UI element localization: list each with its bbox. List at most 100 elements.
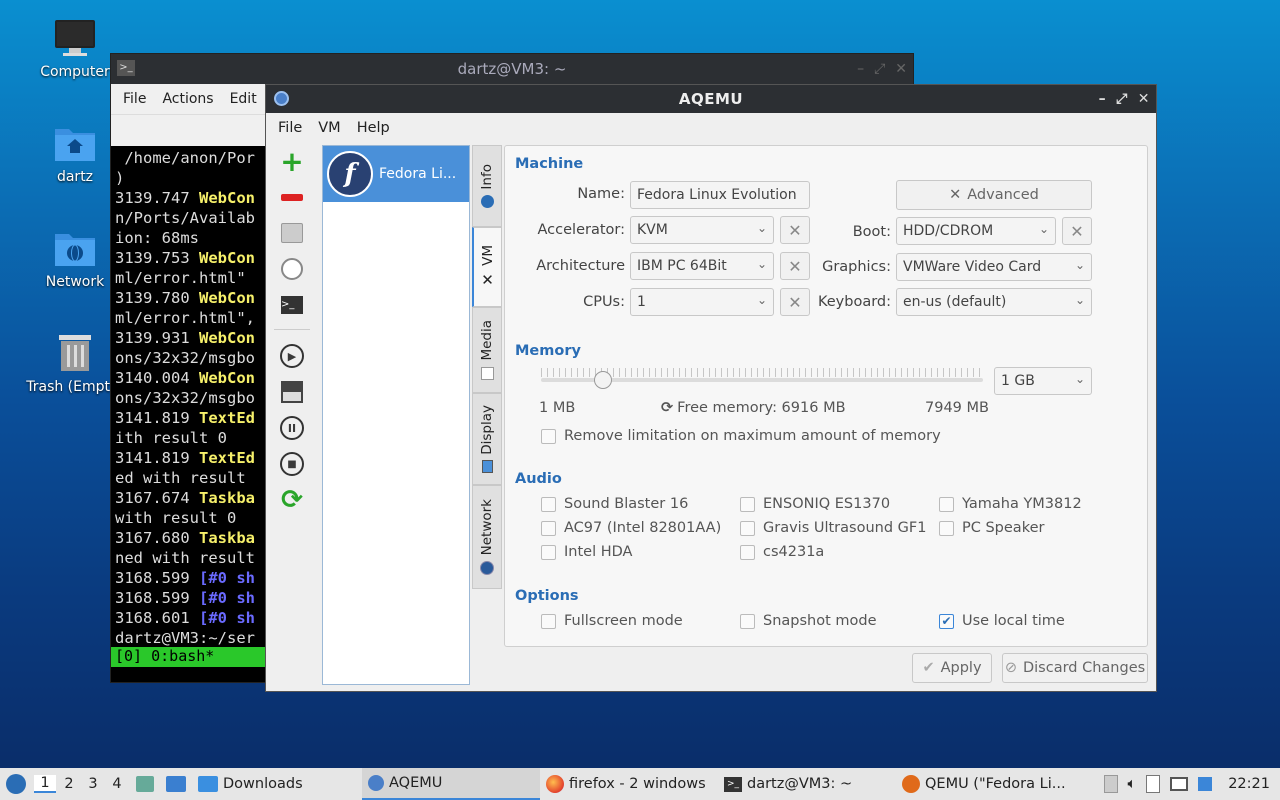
checkbox-box[interactable] (740, 496, 755, 512)
architecture-label: Architecture (536, 258, 625, 274)
vm-list-item[interactable]: f Fedora Li... (323, 146, 469, 202)
tray-up-arrow-icon[interactable] (1103, 775, 1118, 793)
checkbox-box[interactable] (939, 520, 954, 536)
checkbox-box[interactable] (740, 613, 755, 629)
terminal-menu-file[interactable]: File (115, 91, 154, 107)
firefox-icon (546, 775, 564, 793)
tab-info[interactable]: Info (472, 145, 502, 227)
memory-slider-handle[interactable] (593, 371, 612, 389)
terminal-line-segment: 3167.674 (115, 489, 199, 507)
pause-vm-icon[interactable]: II (278, 414, 306, 442)
task-firefox[interactable]: firefox - 2 windows (540, 768, 718, 800)
volume-icon[interactable]: 🔈︎ (1128, 776, 1137, 792)
boot-select[interactable]: HDD/CDROM ⌄ (896, 217, 1056, 245)
checkbox-box[interactable] (541, 428, 556, 444)
tab-media[interactable]: Media (472, 307, 502, 393)
aqemu-titlebar[interactable]: AQEMU – ⤢ ✕ (266, 85, 1156, 113)
tab-vm[interactable]: VM ✕ (472, 227, 502, 307)
network-tray-icon[interactable] (1170, 777, 1189, 791)
tab-network[interactable]: Network (472, 485, 502, 589)
terminal-line-segment: [#0 sh (199, 589, 255, 607)
maximize-icon[interactable]: ⤢ (874, 61, 885, 77)
minimize-icon[interactable]: – (1099, 91, 1107, 107)
workspace-4[interactable]: 4 (106, 776, 128, 792)
local-time-checkbox[interactable]: ✔ Use local time (939, 613, 1065, 629)
apply-button[interactable]: ✔ Apply (912, 653, 992, 683)
accelerator-select[interactable]: KVM ⌄ (630, 216, 774, 244)
memory-slider[interactable] (541, 368, 983, 389)
close-icon[interactable]: ✕ (895, 61, 907, 77)
audio-pcspk-checkbox[interactable]: PC Speaker (939, 520, 1044, 536)
fullscreen-checkbox[interactable]: Fullscreen mode (541, 613, 683, 629)
minimize-icon[interactable]: – (857, 61, 864, 77)
menu-file[interactable]: File (270, 120, 310, 136)
menu-vm[interactable]: VM (310, 120, 348, 136)
remove-memory-limit-checkbox[interactable]: Remove limitation on maximum amount of m… (541, 428, 941, 444)
add-vm-icon[interactable]: + (278, 145, 306, 178)
checkbox-box[interactable] (541, 544, 556, 560)
advanced-label: Advanced (967, 187, 1039, 203)
keyboard-select[interactable]: en-us (default) ⌄ (896, 288, 1092, 316)
terminal-menu-edit[interactable]: Edit (222, 91, 265, 107)
task-aqemu[interactable]: AQEMU (362, 768, 540, 800)
vm-list[interactable]: f Fedora Li... (322, 145, 470, 685)
tab-display-label: Display (479, 404, 495, 455)
audio-ym3812-checkbox[interactable]: Yamaha YM3812 (939, 496, 1082, 512)
save-state-icon[interactable] (278, 378, 306, 406)
terminal-menu-actions[interactable]: Actions (154, 91, 221, 107)
chevron-down-icon: ⌄ (756, 221, 767, 235)
apply-label: Apply (940, 660, 982, 676)
snapshot-checkbox[interactable]: Snapshot mode (740, 613, 877, 629)
clipboard-icon[interactable] (1146, 775, 1161, 793)
start-vm-icon[interactable]: ▶ (278, 342, 306, 370)
tab-display[interactable]: Display (472, 393, 502, 485)
graphics-select[interactable]: VMWare Video Card ⌄ (896, 253, 1092, 281)
downloads-launcher[interactable]: Downloads (192, 768, 362, 800)
checkbox-box[interactable] (541, 496, 556, 512)
discard-changes-button[interactable]: ⊘ Discard Changes (1002, 653, 1148, 683)
start-menu-icon (6, 774, 26, 794)
checkbox-box[interactable] (541, 613, 556, 629)
task-qemu[interactable]: QEMU ("Fedora Li... (896, 768, 1074, 800)
vm-disk-icon[interactable] (278, 219, 306, 247)
reset-vm-icon[interactable]: ⟳ (278, 485, 306, 515)
maximize-icon[interactable]: ⤢ (1116, 91, 1128, 107)
show-desktop-button[interactable] (160, 768, 192, 800)
clock[interactable]: 22:21 (1228, 776, 1270, 792)
audio-cs4231a-checkbox[interactable]: cs4231a (740, 544, 824, 560)
checkbox-box[interactable] (541, 520, 556, 536)
checkbox-box[interactable]: ✔ (939, 613, 954, 629)
vm-name-field[interactable]: Fedora Linux Evolution (630, 181, 810, 209)
memory-size-select[interactable]: 1 GB ⌄ (994, 367, 1092, 395)
checkbox-box[interactable] (740, 544, 755, 560)
start-menu-button[interactable] (0, 768, 32, 800)
refresh-icon[interactable]: ⟳ (661, 400, 673, 416)
aqemu-window[interactable]: AQEMU – ⤢ ✕ File VM Help + >_ ▶ II ■ ⟳ f… (265, 84, 1157, 692)
terminal-line-segment: 3141.819 (115, 449, 199, 467)
workspace-1[interactable]: 1 (34, 775, 56, 793)
architecture-select[interactable]: IBM PC 64Bit ⌄ (630, 252, 774, 280)
task-terminal[interactable]: >_ dartz@VM3: ~ (718, 768, 896, 800)
clock-icon[interactable] (278, 255, 306, 283)
advanced-button[interactable]: ✕ Advanced (896, 180, 1092, 210)
workspace-2[interactable]: 2 (58, 776, 80, 792)
stop-vm-icon[interactable]: ■ (278, 450, 306, 478)
checkbox-box[interactable] (740, 520, 755, 536)
audio-ac97-checkbox[interactable]: AC97 (Intel 82801AA) (541, 520, 721, 536)
workspace-3[interactable]: 3 (82, 776, 104, 792)
checkbox-box[interactable] (939, 496, 954, 512)
file-manager-launcher[interactable] (130, 768, 160, 800)
boot-options-button[interactable]: ✕ (1062, 217, 1092, 245)
audio-es1370-checkbox[interactable]: ENSONIQ ES1370 (740, 496, 890, 512)
update-notifier-icon[interactable] (1198, 777, 1213, 791)
close-icon[interactable]: ✕ (1138, 91, 1150, 107)
terminal-line-segment: ml/error.html", (115, 309, 255, 327)
cpus-select[interactable]: 1 ⌄ (630, 288, 774, 316)
audio-hda-checkbox[interactable]: Intel HDA (541, 544, 632, 560)
terminal-titlebar[interactable]: >_ dartz@VM3: ~ – ⤢ ✕ (111, 54, 913, 84)
audio-sb16-checkbox[interactable]: Sound Blaster 16 (541, 496, 688, 512)
audio-gus-checkbox[interactable]: Gravis Ultrasound GF1 (740, 520, 926, 536)
menu-help[interactable]: Help (349, 120, 398, 136)
terminal-icon[interactable]: >_ (278, 291, 306, 319)
remove-vm-icon[interactable] (278, 183, 306, 211)
